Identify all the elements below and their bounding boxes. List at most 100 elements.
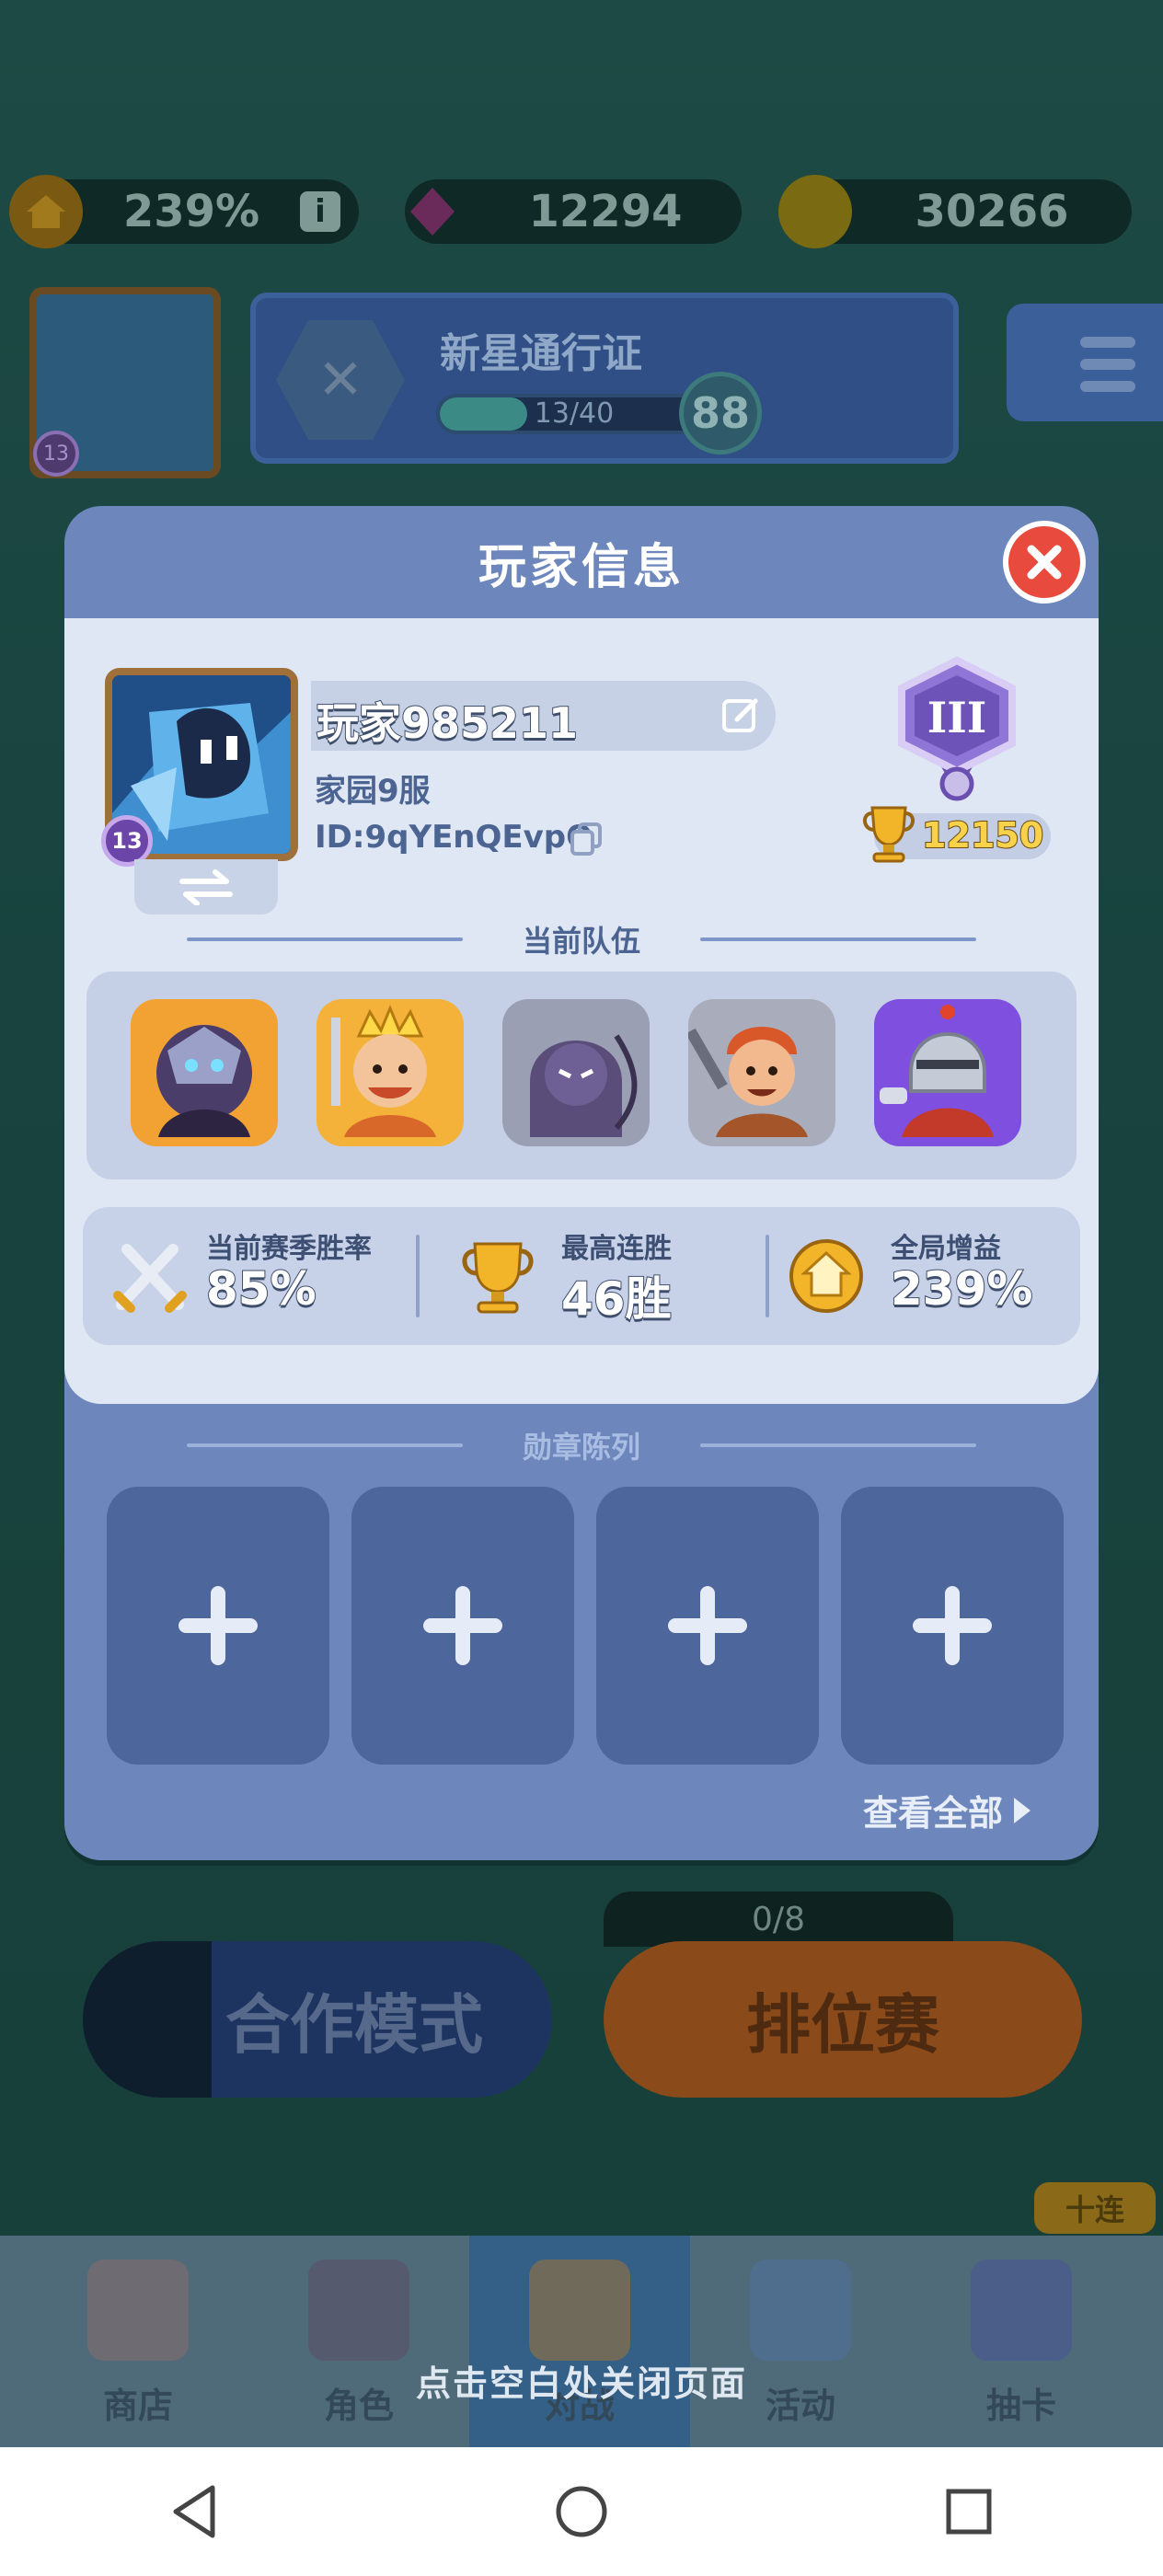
close-icon [1027,545,1062,580]
recents-square-icon [946,2489,992,2535]
hamburger-icon [1080,337,1135,403]
add-icon [913,1586,992,1665]
back-button[interactable] [153,2470,236,2553]
play-arrow-icon [1014,1797,1031,1823]
crossed-swords-icon [113,1244,187,1313]
team-title: 当前队伍 [522,924,640,959]
pass-progress-text: 13/40 [534,397,615,430]
add-icon [178,1586,258,1665]
player-info-card: 13 玩家985211 家园9服 ID:9qYEnQEvpQ III 12150… [64,618,1099,1404]
pass-progress-bar: 13/40 [436,394,712,434]
divider-line [700,1443,976,1447]
medals-section-title: 勋章陈列 [64,1422,1099,1468]
copy-id-icon[interactable] [569,821,605,857]
trophy-icon [462,1242,534,1314]
gem-value: 12294 [528,186,683,237]
boost-value: 239% [122,186,260,237]
king-portrait [331,1005,436,1137]
boost-house-icon [789,1239,863,1313]
medal-slot[interactable] [351,1487,574,1765]
stat-divider [416,1235,420,1317]
player-name-bar: 玩家985211 [311,681,776,751]
boost-value: 239% [890,1261,1033,1317]
medals-title: 勋章陈列 [522,1430,640,1465]
modal-title: 玩家信息 [478,539,685,595]
lobby-level-badge: 13 [33,431,79,477]
nav-gacha[interactable]: 抽卡 [911,2236,1132,2447]
nav-characters[interactable]: 角色 [248,2236,469,2447]
coin-resource: 30266 [778,175,1132,248]
coin-icon [778,175,852,248]
hero-shadow-archer[interactable] [502,999,650,1146]
edit-name-icon[interactable] [720,696,761,736]
swap-arrows-icon [179,869,233,905]
home-button[interactable] [540,2470,623,2553]
boost-info-icon[interactable]: i [300,191,340,232]
pass-level: 88 [679,372,762,454]
divider-line [187,937,463,941]
player-name: 玩家985211 [316,697,579,749]
boost-label: 全局增益 [891,1233,1001,1265]
gacha-box-icon [971,2260,1072,2361]
close-button[interactable] [1003,521,1086,604]
gem-icon [396,175,469,248]
dark-knight-portrait [156,1025,252,1137]
boost-resource: 239% i [9,175,359,248]
hero-dark-knight[interactable] [131,999,278,1146]
swap-avatar-button[interactable] [134,859,278,914]
medal-slot[interactable] [596,1487,819,1765]
view-all-label: 查看全部 [863,1793,1004,1834]
crossed-swords-icon: ✕ [276,320,405,440]
shadow-archer-portrait [530,1034,638,1137]
stat-winrate: 当前赛季胜率 85% [83,1207,414,1345]
hero-knight[interactable] [874,999,1021,1146]
ranked-progress: 0/8 [604,1892,953,1947]
player-id: ID:9qYEnQEvpQ [315,819,593,856]
rank-emblem[interactable]: III [883,655,1031,802]
view-all-button[interactable]: 查看全部 [863,1785,1034,1835]
modal-header: 玩家信息 [64,506,1099,618]
close-hint[interactable]: 点击空白处关闭页面 [0,2355,1163,2406]
boost-house-icon [9,175,83,248]
hero-king[interactable] [317,999,464,1146]
star-pass-banner[interactable]: ✕ 新星通行证 13/40 88 [250,293,959,464]
add-icon [668,1586,747,1665]
stat-streak: 最高连胜 46胜 [423,1207,754,1345]
barbarian-portrait [688,1027,808,1137]
coin-value: 30266 [915,186,1069,237]
rank-numeral: III [927,693,987,742]
recents-button[interactable] [927,2470,1010,2553]
characters-icon [308,2260,409,2361]
add-icon [423,1586,502,1665]
streak-value: 46胜 [560,1271,673,1327]
team-section-title: 当前队伍 [64,916,1099,962]
knight-portrait [880,1005,994,1137]
trophy-icon [863,806,915,863]
stat-divider [766,1235,769,1317]
medal-slot[interactable] [841,1487,1064,1765]
player-stats: 当前赛季胜率 85% 最高连胜 46胜 全局增益 239% [83,1207,1080,1345]
ranked-button[interactable]: 排位赛 [604,1941,1082,2098]
battle-swords-icon [529,2260,630,2361]
star-shield-icon [750,2260,851,2361]
nav-events[interactable]: 活动 [690,2236,911,2447]
winrate-value: 85% [205,1261,317,1317]
gem-resource: 12294 [405,179,742,244]
pass-title: 新星通行证 [440,330,642,377]
medal-slot[interactable] [107,1487,329,1765]
current-team [86,972,1077,1179]
home-circle-icon [556,2486,607,2537]
winrate-label: 当前赛季胜率 [206,1233,372,1265]
divider-line [187,1443,463,1447]
menu-button[interactable] [1007,304,1163,421]
hero-barbarian[interactable] [688,999,835,1146]
stat-boost: 全局增益 239% [773,1207,1080,1345]
trophy-count: 12150 [921,814,1044,857]
player-server: 家园9服 [315,773,431,810]
ranked-label: 排位赛 [746,1986,939,2063]
nav-battle[interactable]: 对战 [469,2236,690,2447]
coop-mode-button[interactable]: 合作模式 [83,1941,552,2098]
system-nav-bar [0,2447,1163,2576]
streak-label: 最高连胜 [561,1233,672,1265]
nav-shop[interactable]: 商店 [28,2236,248,2447]
